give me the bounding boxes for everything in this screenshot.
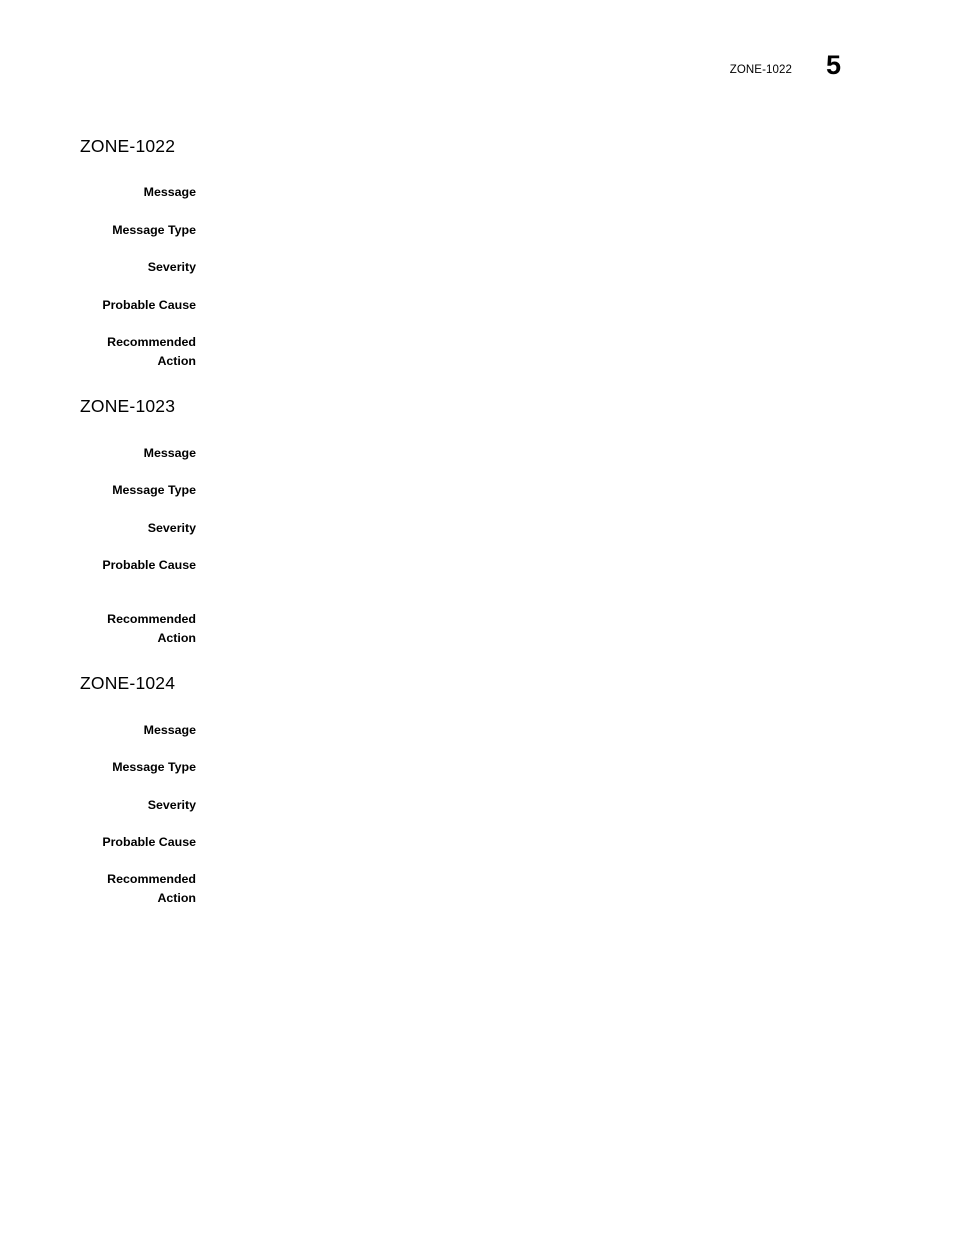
document-page: ZONE-1022 5 ZONE-1022 Message Message Type…: [0, 0, 954, 1235]
section-heading: ZONE-1024: [80, 673, 176, 693]
field-label-line: Action: [157, 354, 196, 368]
field-label-line: Severity: [147, 260, 196, 274]
field-label-severity: Severity: [0, 258, 196, 277]
field-label-message: Message: [0, 721, 196, 740]
field-label-line: Severity: [147, 798, 196, 812]
field-label-line: Message: [143, 446, 196, 460]
field-label-line: Message Type: [112, 483, 196, 497]
section-heading: ZONE-1022: [80, 136, 176, 156]
field-label-probable-cause: Probable Cause: [0, 833, 196, 852]
field-label-line: Severity: [147, 521, 196, 535]
field-label-recommended-action: Recommended Action: [0, 870, 196, 908]
field-label-line: Action: [157, 891, 196, 905]
field-label-probable-cause: Probable Cause: [0, 296, 196, 315]
field-label-line: Recommended: [107, 872, 196, 886]
field-label-line: Message Type: [112, 223, 196, 237]
page-running-header: ZONE-1022 5: [0, 52, 954, 98]
field-label-line: Probable Cause: [102, 298, 196, 312]
field-label-recommended-action: Recommended Action: [0, 610, 196, 648]
field-label-line: Action: [157, 631, 196, 645]
running-header-title: ZONE-1022: [729, 64, 792, 76]
field-label-message-type: Message Type: [0, 221, 196, 240]
field-label-recommended-action: Recommended Action: [0, 333, 196, 371]
field-label-message: Message: [0, 183, 196, 202]
field-label-message-type: Message Type: [0, 481, 196, 500]
field-label-line: Message Type: [112, 760, 196, 774]
field-label-line: Probable Cause: [102, 835, 196, 849]
field-label-probable-cause: Probable Cause: [0, 556, 196, 575]
field-label-severity: Severity: [0, 796, 196, 815]
field-label-line: Message: [143, 185, 196, 199]
field-label-line: Recommended: [107, 335, 196, 349]
field-label-message: Message: [0, 444, 196, 463]
field-label-line: Recommended: [107, 612, 196, 626]
field-label-line: Probable Cause: [102, 558, 196, 572]
page-number: 5: [826, 50, 842, 80]
section-heading: ZONE-1023: [80, 396, 176, 416]
field-label-line: Message: [143, 723, 196, 737]
field-label-message-type: Message Type: [0, 758, 196, 777]
field-label-severity: Severity: [0, 519, 196, 538]
